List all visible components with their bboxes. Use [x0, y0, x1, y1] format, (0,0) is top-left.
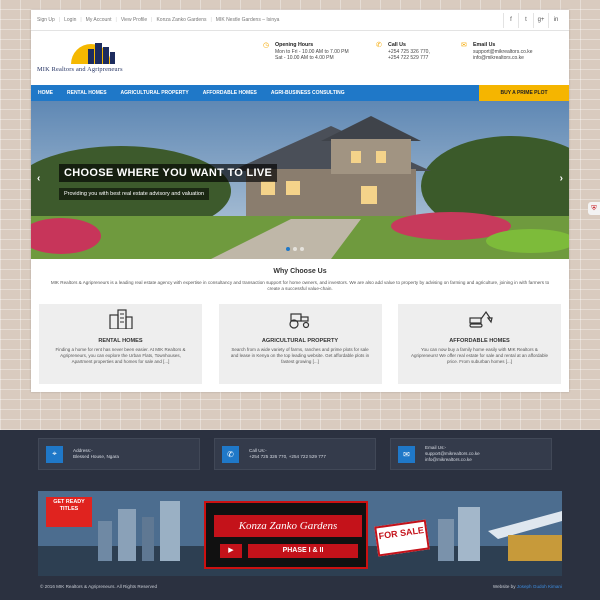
email-info[interactable]: info@mikrealtors.co.ke: [473, 55, 524, 61]
phase-label: PHASE I & II: [248, 544, 358, 558]
envelope-icon: ✉: [398, 445, 415, 463]
page-container: Sign Up | Login | My Account | View Profile…: [31, 10, 569, 392]
nestle-gardens-link[interactable]: MIK Nestle Gardens – Isinya: [216, 17, 280, 23]
website-credit: Website by Joseph Gudoh Kimani: [493, 584, 562, 589]
slider-dot-2[interactable]: [293, 247, 297, 251]
card-title: AGRICULTURAL PROPERTY: [261, 338, 339, 344]
nav-rental-homes[interactable]: Rental Homes: [60, 90, 114, 96]
nav-agri-business-consulting[interactable]: Agri-Business Consulting: [264, 90, 352, 96]
top-bar: Sign Up | Login | My Account | View Profile…: [31, 10, 569, 31]
service-cards: RENTAL HOMES Finding a home for rent has…: [31, 304, 569, 384]
logo-text: MIK Realtors and Agripreneurs: [37, 66, 123, 73]
copyright-text: © 2016 MIK Realtors & Agripreneurs. All …: [40, 584, 158, 589]
card-text: Search from a wide variety of farms, ran…: [230, 347, 370, 364]
why-title: Why Choose Us: [273, 268, 327, 275]
hours-title: Opening Hours: [275, 42, 314, 48]
konza-promo-banner[interactable]: GET READY TITLES Konza Zanko Gardens ▶ P…: [38, 491, 562, 576]
buy-prime-plot-button[interactable]: BUY A PRIME PLOT: [479, 85, 569, 101]
card-affordable-homes[interactable]: AFFORDABLE HOMES You can now buy a famil…: [398, 304, 561, 384]
email-support[interactable]: support@mikrealtors.co.ke: [425, 451, 480, 456]
nav-home[interactable]: Home: [31, 90, 60, 96]
call-number-2[interactable]: +254 722 529 777: [388, 55, 428, 61]
site-header: MIK Realtors and Agripreneurs ◷ Opening …: [31, 31, 569, 85]
hours-saturday: Sat - 10.00 AM to 4.00 PM: [275, 55, 334, 61]
email-title: Email Us: [473, 42, 496, 48]
phone-icon: ✆: [222, 445, 239, 463]
hero-subline: Providing you with best real estate advi…: [59, 188, 210, 200]
card-rental-homes[interactable]: RENTAL HOMES Finding a home for rent has…: [39, 304, 202, 384]
call-us: ✆ Call Us +254 725 326 770, +254 722 529…: [376, 42, 430, 62]
email-support[interactable]: support@mikrealtors.co.ke: [473, 49, 533, 55]
twitter-icon[interactable]: t: [518, 12, 533, 28]
konza-gardens-link[interactable]: Konza Zanko Gardens: [156, 17, 206, 23]
tractor-icon: [219, 308, 382, 330]
map-pin-icon: ⌖: [46, 445, 63, 463]
card-agricultural-property[interactable]: AGRICULTURAL PROPERTY Search from a wide…: [218, 304, 382, 384]
address-value: Blessed House, Ngara: [73, 454, 119, 459]
building-icon: [39, 308, 202, 330]
hours-weekday: Mon to Fri - 10.00 AM to 7.00 PM: [275, 48, 349, 55]
card-text: Finding a home for rent has never been e…: [55, 347, 186, 364]
phone-icon: ✆: [376, 42, 382, 49]
card-title: RENTAL HOMES: [98, 338, 143, 344]
phone-label: Call Us:-: [249, 448, 267, 453]
logo-buildings-icon: [88, 43, 115, 64]
ready-titles-ribbon: GET READY TITLES: [46, 497, 92, 527]
footer-contacts: ⌖ Address:- Blessed House, Ngara ✆ Call U…: [38, 438, 552, 470]
facebook-icon[interactable]: f: [503, 12, 518, 28]
top-links: Sign Up | Login | My Account | View Profile…: [37, 17, 280, 23]
nav-affordable-homes[interactable]: Affordable Homes: [196, 90, 264, 96]
social-links: f t g+ in: [503, 12, 563, 28]
slider-next-arrow[interactable]: ›: [560, 173, 563, 184]
nav-agricultural-property[interactable]: Agricultural Property: [114, 90, 196, 96]
phone-value[interactable]: +254 725 326 770, +254 722 529 777: [249, 454, 326, 459]
email-info[interactable]: info@mikrealtors.co.ke: [425, 457, 472, 462]
login-link[interactable]: Login: [64, 17, 76, 23]
site-footer: ⌖ Address:- Blessed House, Ngara ✆ Call U…: [0, 430, 600, 600]
why-choose-us: Why Choose Us MIK Realtors & Agripreneur…: [31, 259, 569, 292]
hero-caption: CHOOSE WHERE YOU WANT TO LIVE Providing …: [59, 163, 278, 200]
credit-link[interactable]: Joseph Gudoh Kimani: [517, 584, 562, 589]
footer-address: ⌖ Address:- Blessed House, Ngara: [38, 438, 200, 470]
call-number-1[interactable]: +254 725 326 770,: [388, 49, 430, 55]
envelope-icon: ✉: [461, 42, 467, 49]
konza-name: Konza Zanko Gardens: [214, 515, 362, 537]
slider-prev-arrow[interactable]: ‹: [37, 173, 40, 184]
hero-slider: ‹ › CHOOSE WHERE YOU WANT TO LIVE Provid…: [31, 101, 569, 259]
call-title: Call Us: [388, 42, 406, 48]
linkedin-icon[interactable]: in: [548, 12, 563, 28]
why-description: MIK Realtors & Agripreneurs is a leading…: [50, 280, 550, 291]
email-label: Email Us:-: [425, 445, 447, 450]
konza-sign: Konza Zanko Gardens ▶ PHASE I & II: [204, 501, 368, 569]
view-profile-link[interactable]: View Profile: [121, 17, 147, 23]
site-logo[interactable]: MIK Realtors and Agripreneurs: [37, 38, 157, 78]
card-text: You can now buy a family home easily wit…: [410, 347, 549, 364]
excavator-icon: [398, 308, 561, 330]
opening-hours: ◷ Opening Hours Mon to Fri - 10.00 AM to…: [263, 42, 349, 62]
slider-dots: [286, 247, 304, 251]
google-plus-icon[interactable]: g+: [533, 12, 548, 28]
shield-icon[interactable]: ⛨: [588, 202, 600, 215]
main-nav: Home Rental Homes Agricultural Property …: [31, 85, 569, 101]
footer-email: ✉ Email Us:- support@mikrealtors.co.ke inf…: [390, 438, 552, 470]
address-label: Address:-: [73, 448, 93, 453]
credit-prefix: Website by: [492, 584, 516, 589]
hero-headline: CHOOSE WHERE YOU WANT TO LIVE: [59, 164, 278, 182]
footer-phone: ✆ Call Us:- +254 725 326 770, +254 722 52…: [214, 438, 376, 470]
email-us: ✉ Email Us support@mikrealtors.co.ke inf…: [461, 42, 533, 62]
my-account-link[interactable]: My Account: [86, 17, 112, 23]
clock-icon: ◷: [263, 42, 270, 49]
slider-dot-1[interactable]: [286, 247, 290, 251]
card-title: AFFORDABLE HOMES: [449, 338, 510, 344]
play-icon[interactable]: ▶: [220, 544, 242, 558]
signup-link[interactable]: Sign Up: [37, 17, 55, 23]
slider-dot-3[interactable]: [300, 247, 304, 251]
